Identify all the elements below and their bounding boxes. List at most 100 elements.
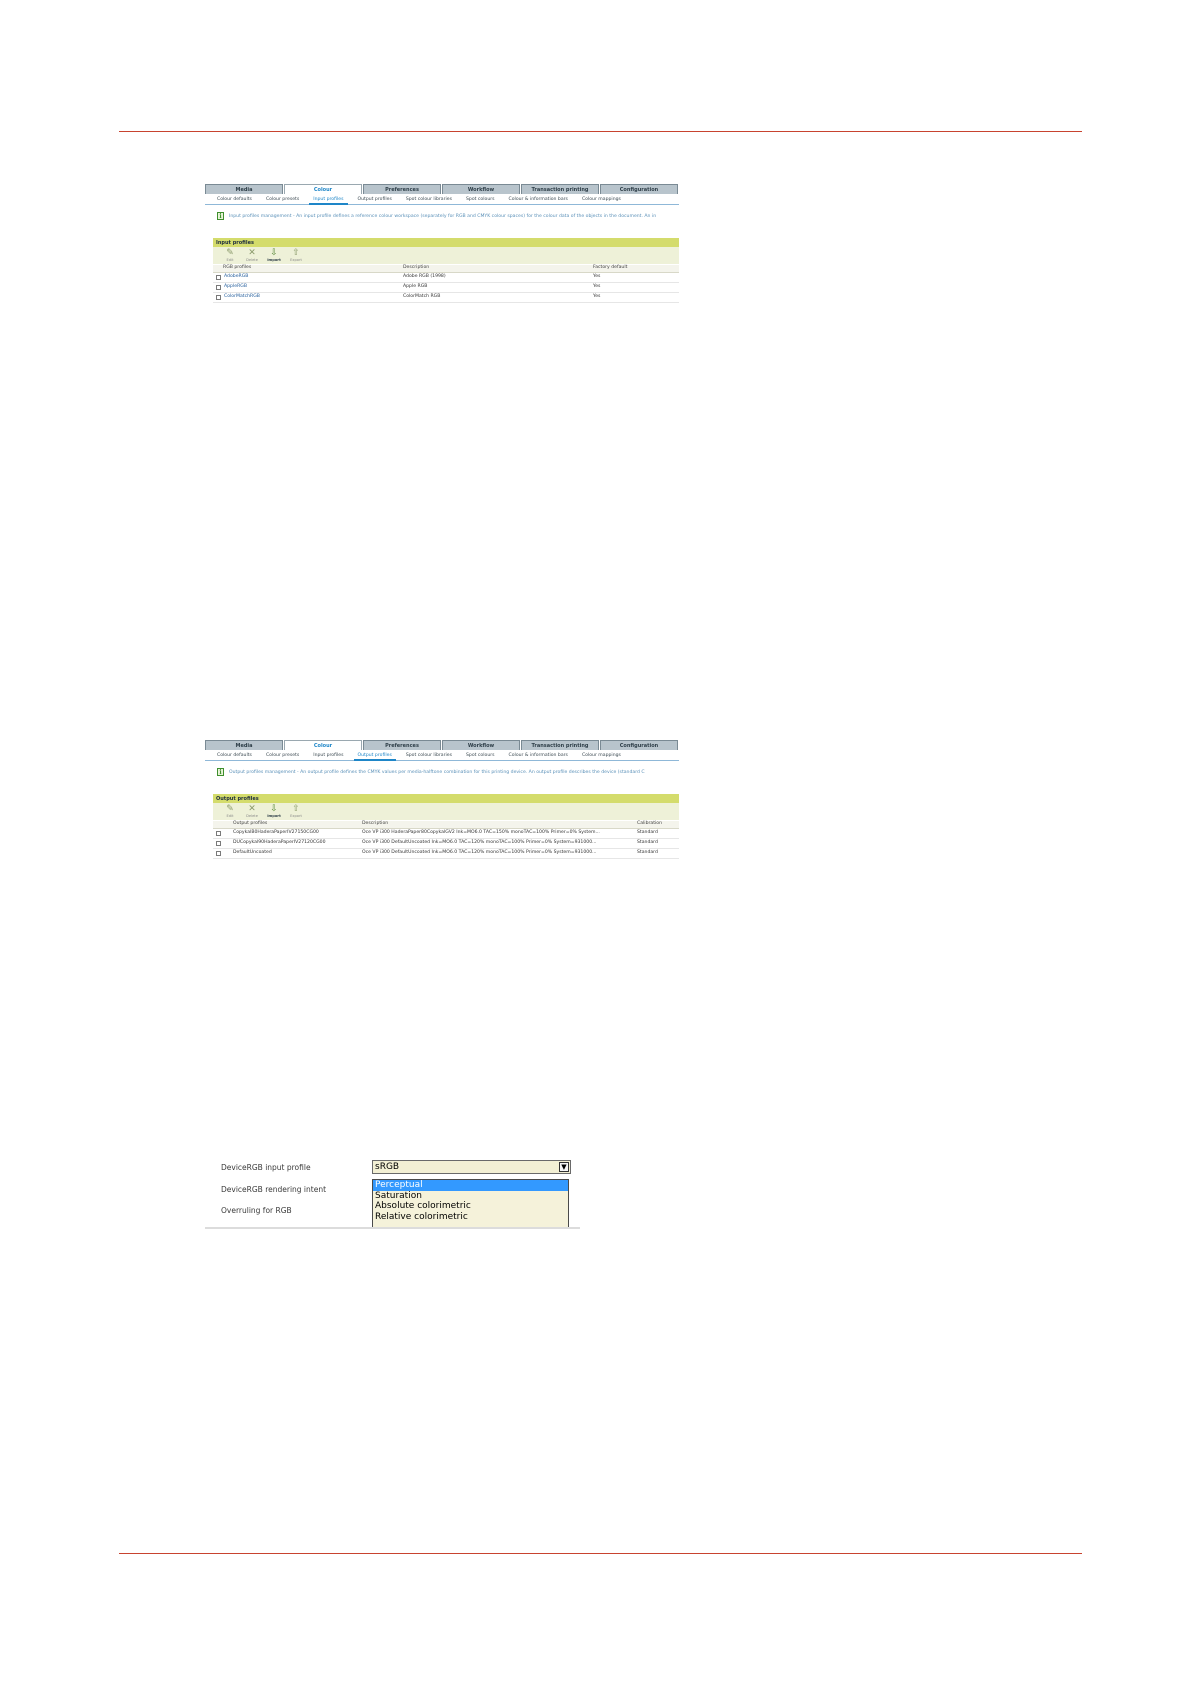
column-header-name[interactable]: RGB profiles <box>223 265 251 270</box>
tab-transaction-printing[interactable]: Transaction printing <box>521 740 599 750</box>
profile-description: ColorMatch RGB <box>403 294 441 299</box>
profiles-toolbar: ✎ Edit ✕ Delete ⇩ Import ⇧ Export <box>213 803 679 820</box>
tab-preferences[interactable]: Preferences <box>363 740 441 750</box>
profile-description: Apple RGB <box>403 284 428 289</box>
subtab-colour-information-bars[interactable]: Colour & information bars <box>509 753 568 758</box>
subtab-colour-presets[interactable]: Colour presets <box>266 197 299 202</box>
profile-factory-default: Yes <box>593 284 601 289</box>
tab-configuration[interactable]: Configuration <box>600 740 678 750</box>
rendering-intent-dropdown[interactable]: Perceptual Saturation Absolute colorimet… <box>372 1179 569 1229</box>
table-header: RGB profiles Description Factory default <box>213 265 679 273</box>
subtab-colour-mappings[interactable]: Colour mappings <box>582 753 621 758</box>
subtab-input-profiles[interactable]: Input profiles <box>309 197 348 205</box>
rgb-settings-screenshot: DeviceRGB input profile sRGB ▼ DeviceRGB… <box>205 1159 580 1229</box>
profile-name: AppleRGB <box>224 284 247 289</box>
subtab-spot-colours[interactable]: Spot colours <box>466 197 495 202</box>
subtab-output-profiles[interactable]: Output profiles <box>353 753 397 761</box>
subtab-colour-presets[interactable]: Colour presets <box>266 753 299 758</box>
subtab-colour-mappings[interactable]: Colour mappings <box>582 197 621 202</box>
pencil-icon: ✎ <box>226 248 234 258</box>
input-profile-select[interactable]: sRGB ▼ <box>372 1160 571 1174</box>
row-checkbox[interactable] <box>216 841 221 846</box>
column-header-factory-default[interactable]: Factory default <box>593 265 627 270</box>
main-tab-bar: Media Colour Preferences Workflow Transa… <box>205 740 679 751</box>
export-button[interactable]: ⇧ Export <box>285 803 307 820</box>
delete-label: Delete <box>246 258 258 262</box>
table-row[interactable]: DUCopykal90HaderaPaperIV27120CG00 Oce VP… <box>213 839 679 849</box>
subtab-colour-defaults[interactable]: Colour defaults <box>217 753 252 758</box>
overruling-label: Overruling for RGB <box>221 1206 292 1215</box>
column-header-name[interactable]: Output profiles <box>233 821 267 826</box>
subtab-input-profiles[interactable]: Input profiles <box>313 753 343 758</box>
delete-button[interactable]: ✕ Delete <box>241 247 263 264</box>
info-banner: i Output profiles management - An output… <box>217 767 677 777</box>
table-row[interactable]: CopykalB0HaderaPaperIV27150CG00 Oce VP i… <box>213 829 679 839</box>
column-header-description[interactable]: Description <box>362 821 388 826</box>
tab-colour[interactable]: Colour <box>284 184 362 194</box>
info-icon: i <box>217 768 224 776</box>
tab-colour[interactable]: Colour <box>284 740 362 750</box>
option-absolute-colorimetric[interactable]: Absolute colorimetric <box>373 1201 568 1212</box>
subtab-colour-defaults[interactable]: Colour defaults <box>217 197 252 202</box>
edit-button[interactable]: ✎ Edit <box>219 247 241 264</box>
import-label: Import <box>267 814 281 818</box>
edit-button[interactable]: ✎ Edit <box>219 803 241 820</box>
profile-calibration: Standard <box>637 840 658 845</box>
delete-button[interactable]: ✕ Delete <box>241 803 263 820</box>
row-checkbox[interactable] <box>216 275 221 280</box>
profile-name: CopykalB0HaderaPaperIV27150CG00 <box>233 830 319 835</box>
tab-media[interactable]: Media <box>205 184 283 194</box>
tab-media[interactable]: Media <box>205 740 283 750</box>
tab-workflow[interactable]: Workflow <box>442 184 520 194</box>
subtab-spot-colour-libraries[interactable]: Spot colour libraries <box>406 197 452 202</box>
row-checkbox[interactable] <box>216 295 221 300</box>
option-saturation[interactable]: Saturation <box>373 1191 568 1202</box>
subtab-colour-information-bars[interactable]: Colour & information bars <box>509 197 568 202</box>
table-row[interactable]: AppleRGB Apple RGB Yes <box>213 283 679 293</box>
import-label: Import <box>267 258 281 262</box>
import-button[interactable]: ⇩ Import <box>263 803 285 820</box>
import-button[interactable]: ⇩ Import <box>263 247 285 264</box>
row-checkbox[interactable] <box>216 285 221 290</box>
column-header-description[interactable]: Description <box>403 265 429 270</box>
tab-workflow[interactable]: Workflow <box>442 740 520 750</box>
export-button[interactable]: ⇧ Export <box>285 247 307 264</box>
edit-label: Edit <box>226 814 234 818</box>
footer-rule <box>119 1553 1082 1554</box>
option-perceptual[interactable]: Perceptual <box>373 1180 568 1191</box>
column-header-calibration[interactable]: Calibration <box>637 821 662 826</box>
profile-calibration: Standard <box>637 850 658 855</box>
chevron-down-icon[interactable]: ▼ <box>559 1162 569 1172</box>
profile-name: ColorMatchRGB <box>224 294 260 299</box>
export-label: Export <box>290 814 302 818</box>
profile-name: DUCopykal90HaderaPaperIV27120CG00 <box>233 840 326 845</box>
profile-name: AdobeRGB <box>224 274 249 279</box>
profile-description: Oce VP i300 DefaultUncoated Ink=MO6.0 TA… <box>362 850 597 855</box>
profile-factory-default: Yes <box>593 274 601 279</box>
row-checkbox[interactable] <box>216 831 221 836</box>
tab-transaction-printing[interactable]: Transaction printing <box>521 184 599 194</box>
profile-calibration: Standard <box>637 830 658 835</box>
row-checkbox[interactable] <box>216 851 221 856</box>
tab-preferences[interactable]: Preferences <box>363 184 441 194</box>
table-row[interactable]: AdobeRGB Adobe RGB (1998) Yes <box>213 273 679 283</box>
main-tab-bar: Media Colour Preferences Workflow Transa… <box>205 184 679 195</box>
table-row[interactable]: DefaultUncoated Oce VP i300 DefaultUncoa… <box>213 849 679 859</box>
table-header: Output profiles Description Calibration <box>213 821 679 829</box>
option-relative-colorimetric[interactable]: Relative colorimetric <box>373 1212 568 1223</box>
section-title: Input profiles <box>213 238 679 247</box>
rendering-intent-label: DeviceRGB rendering intent <box>221 1185 327 1194</box>
subtab-spot-colours[interactable]: Spot colours <box>466 753 495 758</box>
import-icon: ⇩ <box>270 804 278 814</box>
info-icon: i <box>217 212 224 220</box>
pencil-icon: ✎ <box>226 804 234 814</box>
sub-tab-bar: Colour defaults Colour presets Input pro… <box>205 195 679 205</box>
delete-label: Delete <box>246 814 258 818</box>
table-row[interactable]: ColorMatchRGB ColorMatch RGB Yes <box>213 293 679 303</box>
subtab-spot-colour-libraries[interactable]: Spot colour libraries <box>406 753 452 758</box>
profile-description: Oce VP i300 HaderaPaper80CopykalGV2 Ink=… <box>362 830 600 835</box>
section-title: Output profiles <box>213 794 679 803</box>
subtab-output-profiles[interactable]: Output profiles <box>358 197 392 202</box>
profile-description: Adobe RGB (1998) <box>403 274 446 279</box>
tab-configuration[interactable]: Configuration <box>600 184 678 194</box>
